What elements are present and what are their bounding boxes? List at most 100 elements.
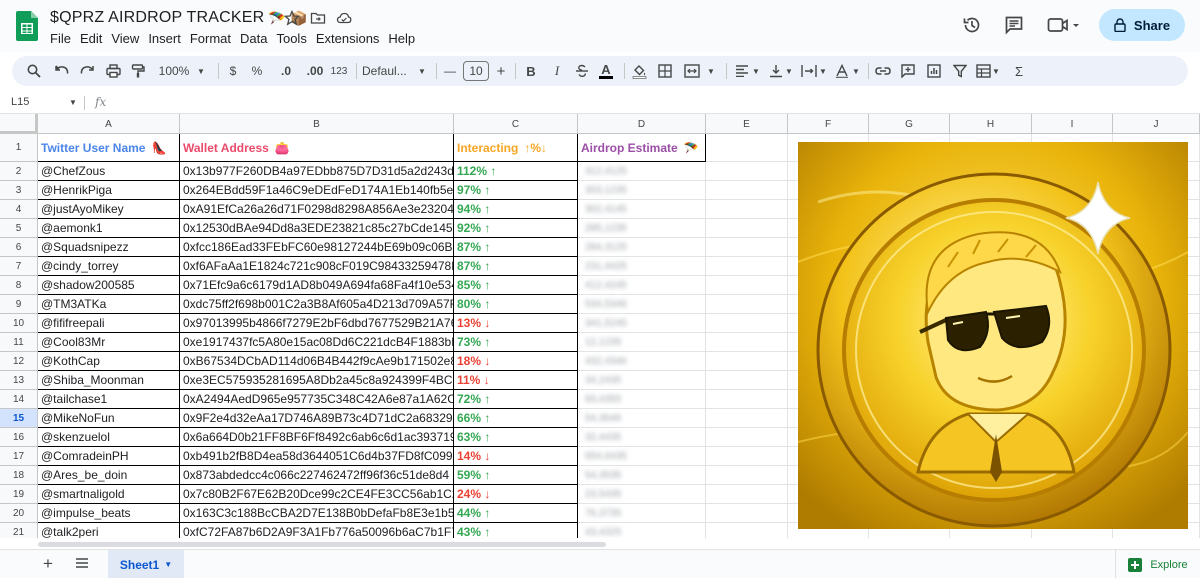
column-header-g[interactable]: G	[869, 114, 950, 134]
wallet-address-cell[interactable]: 0x97013995b4866f7279E2bF6dbd7677529B21A7…	[180, 314, 454, 333]
wallet-address-cell[interactable]: 0xe3EC575935281695A8Db2a45c8a924399F4BCa…	[180, 371, 454, 390]
interacting-cell[interactable]: 14% ↓	[454, 447, 578, 466]
twitter-user-cell[interactable]: @KothCap	[38, 352, 180, 371]
interacting-cell[interactable]: 18% ↓	[454, 352, 578, 371]
merge-cells-icon[interactable]	[682, 61, 702, 81]
horizontal-align-icon[interactable]	[734, 61, 750, 81]
name-box[interactable]: L15	[11, 96, 29, 108]
borders-icon[interactable]	[657, 61, 673, 81]
airdrop-estimate-cell[interactable]: 341,5245	[578, 314, 706, 333]
font-caret-icon[interactable]: ▼	[417, 61, 427, 81]
twitter-user-cell[interactable]: @Squadsnipezz	[38, 238, 180, 257]
row-header[interactable]: 19	[0, 485, 38, 504]
sheets-logo-icon[interactable]	[16, 11, 38, 41]
interacting-cell[interactable]: 44% ↑	[454, 504, 578, 523]
interacting-cell[interactable]: 112% ↑	[454, 162, 578, 181]
rotation-caret-icon[interactable]: ▼	[851, 61, 861, 81]
row-header[interactable]: 11	[0, 333, 38, 352]
redo-icon[interactable]	[79, 61, 95, 81]
interacting-cell[interactable]: 97% ↑	[454, 181, 578, 200]
twitter-user-cell[interactable]: @talk2peri	[38, 523, 180, 538]
column-header-h[interactable]: H	[950, 114, 1032, 134]
wrap-caret-icon[interactable]: ▼	[818, 61, 828, 81]
empty-cell[interactable]	[706, 134, 788, 162]
empty-cell[interactable]	[706, 333, 788, 352]
twitter-user-cell[interactable]: @cindy_torrey	[38, 257, 180, 276]
interacting-cell[interactable]: 92% ↑	[454, 219, 578, 238]
airdrop-estimate-cell[interactable]: 303,1235	[578, 181, 706, 200]
empty-cell[interactable]	[706, 314, 788, 333]
select-all-corner[interactable]	[0, 114, 38, 134]
zoom-value[interactable]: 100%	[158, 61, 190, 81]
row-header[interactable]: 21	[0, 523, 38, 538]
decrease-decimal-button[interactable]: .0	[276, 61, 296, 81]
wallet-address-cell[interactable]: 0x71Efc9a6c6179d1AD8b049A694fa68Fa4f10e5…	[180, 276, 454, 295]
airdrop-estimate-cell[interactable]: 34,2435	[578, 371, 706, 390]
wallet-address-cell[interactable]: 0xfcc186Ead33FEbFC60e98127244bE69b09c06B…	[180, 238, 454, 257]
row-header[interactable]: 5	[0, 219, 38, 238]
interacting-cell[interactable]: 59% ↑	[454, 466, 578, 485]
interacting-cell[interactable]: 13% ↓	[454, 314, 578, 333]
wallet-address-cell[interactable]: 0x9F2e4d32eAa17D746A89B73c4D71dC2a683297…	[180, 409, 454, 428]
twitter-user-cell[interactable]: @Cool83Mr	[38, 333, 180, 352]
search-menus-icon[interactable]	[26, 61, 42, 81]
empty-cell[interactable]	[706, 200, 788, 219]
twitter-user-cell[interactable]: @fififreepali	[38, 314, 180, 333]
airdrop-estimate-cell[interactable]: 43,4325	[578, 523, 706, 538]
row-header[interactable]: 3	[0, 181, 38, 200]
twitter-user-cell[interactable]: @Shiba_Moonman	[38, 371, 180, 390]
header-twitter-user-name[interactable]: Twitter User Name 👠	[38, 134, 180, 162]
empty-cell[interactable]	[706, 504, 788, 523]
airdrop-estimate-cell[interactable]: 12,1235	[578, 333, 706, 352]
wallet-address-cell[interactable]: 0x873abdedcc4c066c227462472ff96f36c51de8…	[180, 466, 454, 485]
column-header-f[interactable]: F	[788, 114, 869, 134]
airdrop-estimate-cell[interactable]: 54,3546	[578, 409, 706, 428]
horizontal-scrollbar[interactable]	[38, 542, 606, 547]
column-header-i[interactable]: I	[1032, 114, 1113, 134]
wallet-address-cell[interactable]: 0xA2494AedD965e957735C348C42A6e87a1A62C0…	[180, 390, 454, 409]
twitter-user-cell[interactable]: @impulse_beats	[38, 504, 180, 523]
fill-color-icon[interactable]	[631, 61, 647, 81]
undo-icon[interactable]	[54, 61, 70, 81]
wallet-address-cell[interactable]: 0x6a664D0b21FF8BF6Ff8492c6ab6c6d1ac39371…	[180, 428, 454, 447]
empty-cell[interactable]	[706, 181, 788, 200]
row-header[interactable]: 12	[0, 352, 38, 371]
airdrop-estimate-cell[interactable]: 312,4125	[578, 162, 706, 181]
row-header[interactable]: 17	[0, 447, 38, 466]
empty-cell[interactable]	[706, 428, 788, 447]
explore-button[interactable]: Explore	[1115, 550, 1200, 578]
interacting-cell[interactable]: 66% ↑	[454, 409, 578, 428]
airdrop-estimate-cell[interactable]: 23,5435	[578, 485, 706, 504]
document-title[interactable]: $QPRZ AIRDROP TRACKER 🪂 📦	[50, 9, 308, 27]
decrease-font-size-button[interactable]: —	[444, 61, 456, 81]
empty-cell[interactable]	[706, 295, 788, 314]
twitter-user-cell[interactable]: @MikeNoFun	[38, 409, 180, 428]
twitter-user-cell[interactable]: @shadow200585	[38, 276, 180, 295]
all-sheets-icon[interactable]	[75, 556, 89, 570]
header-interacting[interactable]: Interacting ↑%↓	[454, 134, 578, 162]
interacting-cell[interactable]: 94% ↑	[454, 200, 578, 219]
document-title-text[interactable]: $QPRZ AIRDROP TRACKER	[50, 9, 264, 27]
column-header-e[interactable]: E	[706, 114, 788, 134]
wallet-address-cell[interactable]: 0x264EBdd59F1a46C9eDEdFeD174A1Eb140fb5e4…	[180, 181, 454, 200]
column-header-d[interactable]: D	[578, 114, 706, 134]
header-wallet-address[interactable]: Wallet Address 👛	[180, 134, 454, 162]
interacting-cell[interactable]: 63% ↑	[454, 428, 578, 447]
text-wrapping-icon[interactable]	[800, 61, 818, 81]
interacting-cell[interactable]: 43% ↑	[454, 523, 578, 538]
increase-font-size-button[interactable]: +	[495, 61, 507, 81]
paint-format-icon[interactable]	[130, 61, 146, 81]
insert-chart-icon[interactable]	[926, 61, 942, 81]
strikethrough-icon[interactable]	[574, 61, 590, 81]
menu-insert[interactable]: Insert	[148, 31, 186, 46]
row-header[interactable]: 20	[0, 504, 38, 523]
filter-views-caret-icon[interactable]: ▼	[991, 61, 1001, 81]
menu-file[interactable]: File	[50, 31, 76, 46]
airdrop-estimate-cell[interactable]: 285,1235	[578, 219, 706, 238]
column-header-b[interactable]: B	[180, 114, 454, 134]
empty-cell[interactable]	[706, 523, 788, 538]
empty-cell[interactable]	[706, 276, 788, 295]
row-header[interactable]: 18	[0, 466, 38, 485]
filter-views-icon[interactable]	[975, 61, 991, 81]
row-header[interactable]: 14	[0, 390, 38, 409]
